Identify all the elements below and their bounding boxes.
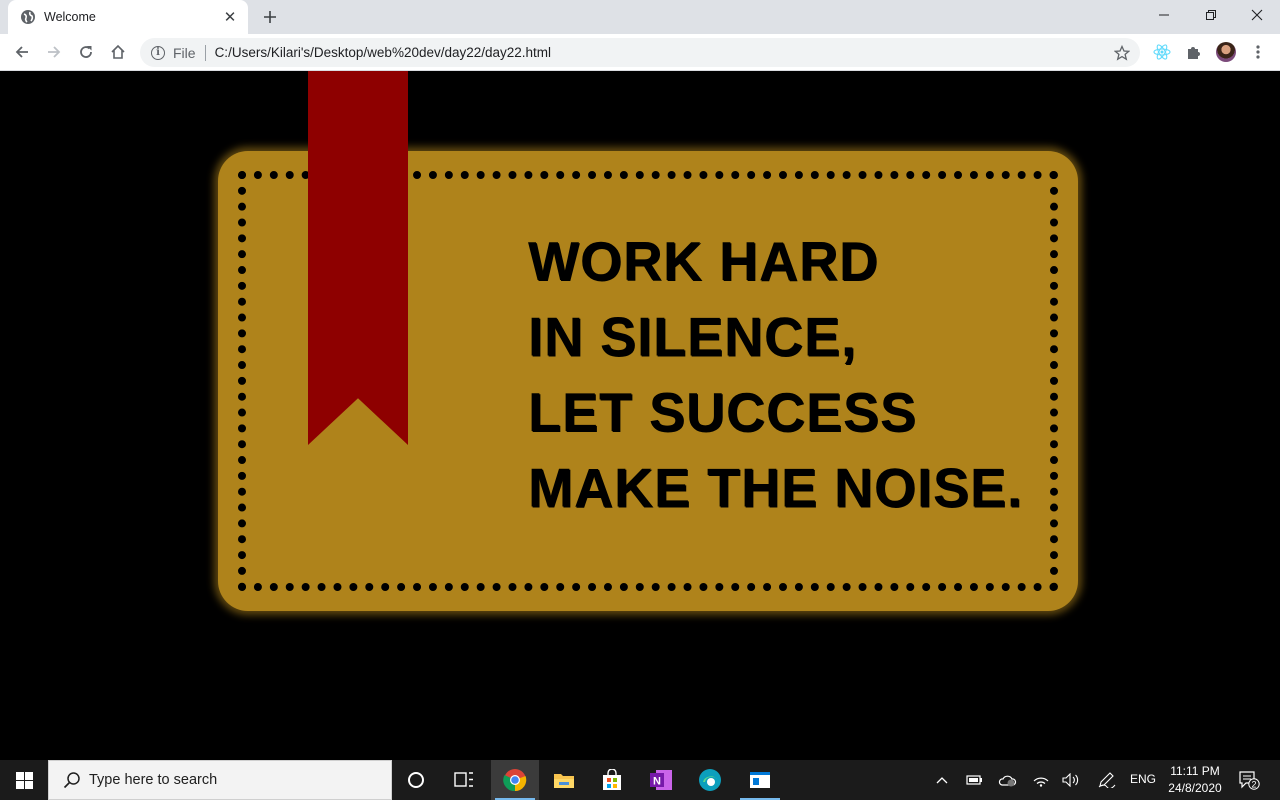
battery-icon[interactable] <box>962 760 986 800</box>
close-window-button[interactable] <box>1234 0 1280 30</box>
back-arrow-icon <box>15 46 28 58</box>
tab-title: Welcome <box>44 10 96 24</box>
reload-icon <box>80 46 92 58</box>
url-text[interactable]: C:/Users/Kilari's/Desktop/web%20dev/day2… <box>215 45 1108 60</box>
home-button[interactable] <box>104 38 132 66</box>
kebab-menu-icon[interactable] <box>1244 38 1272 66</box>
notification-count: 2 <box>1251 779 1256 789</box>
system-clock[interactable]: 11:11 PM 24/8/2020 <box>1160 763 1230 797</box>
clock-time: 11:11 PM <box>1170 764 1220 778</box>
new-tab-button[interactable] <box>258 5 282 29</box>
quote-line-2: IN SILENCE, <box>528 306 858 368</box>
forward-button[interactable] <box>40 38 68 66</box>
forward-arrow-icon <box>48 46 61 58</box>
globe-icon <box>20 9 36 25</box>
omnibox-separator <box>204 44 206 61</box>
quote-line-1: WORK HARD <box>528 231 879 293</box>
minimize-button[interactable] <box>1141 0 1187 30</box>
volume-icon[interactable] <box>1058 760 1084 800</box>
quote-text: WORK HARD IN SILENCE, LET SUCCESS MAKE T… <box>528 224 1023 526</box>
task-view-icon[interactable] <box>440 760 488 800</box>
plus-icon <box>264 11 276 23</box>
chrome-icon[interactable] <box>491 760 539 800</box>
reload-button[interactable] <box>72 38 100 66</box>
close-icon[interactable]: ✕ <box>222 9 238 26</box>
pen-icon[interactable] <box>1094 760 1120 800</box>
search-icon <box>63 772 80 789</box>
wifi-icon[interactable] <box>1028 760 1054 800</box>
info-icon[interactable]: i <box>151 45 165 60</box>
taskbar-search-box[interactable]: Type here to search <box>48 760 392 800</box>
bookmark-ribbon <box>308 71 408 445</box>
puzzle-icon[interactable] <box>1180 38 1208 66</box>
app-window-icon[interactable] <box>736 760 784 800</box>
quote-line-4: MAKE THE NOISE. <box>528 457 1024 519</box>
microsoft-store-icon[interactable] <box>588 760 636 800</box>
restore-button[interactable] <box>1188 0 1234 30</box>
star-icon[interactable] <box>1108 39 1136 67</box>
clock-date: 24/8/2020 <box>1168 781 1222 795</box>
profile-avatar[interactable] <box>1216 42 1236 62</box>
minimize-icon <box>1159 14 1169 16</box>
close-icon <box>1251 9 1263 21</box>
browser-toolbar: i File C:/Users/Kilari's/Desktop/web%20d… <box>0 34 1280 71</box>
browser-tab-strip: Welcome ✕ <box>0 0 1280 34</box>
scheme-label: File <box>173 44 196 61</box>
quote-line-3: LET SUCCESS <box>528 382 918 444</box>
react-devtools-icon[interactable] <box>1148 38 1176 66</box>
address-bar[interactable]: i File C:/Users/Kilari's/Desktop/web%20d… <box>140 38 1140 67</box>
cortana-icon[interactable] <box>392 760 440 800</box>
notification-center-icon[interactable]: 2 <box>1236 760 1262 800</box>
tab-welcome[interactable]: Welcome ✕ <box>8 0 248 34</box>
onedrive-icon[interactable] <box>994 760 1020 800</box>
edge-icon[interactable] <box>686 760 734 800</box>
back-button[interactable] <box>8 38 36 66</box>
home-icon <box>111 44 125 59</box>
search-placeholder: Type here to search <box>89 772 218 788</box>
start-button[interactable] <box>0 760 48 800</box>
file-explorer-icon[interactable] <box>540 760 588 800</box>
language-indicator[interactable]: ENG <box>1130 772 1156 786</box>
onenote-icon[interactable]: N <box>637 760 685 800</box>
windows-logo-icon <box>15 771 33 789</box>
svg-text:N: N <box>653 776 661 788</box>
windows-taskbar: Type here to search N ENG 11:11 PM 24/8/… <box>0 760 1280 800</box>
chevron-up-icon[interactable] <box>930 760 954 800</box>
restore-icon <box>1206 10 1216 20</box>
